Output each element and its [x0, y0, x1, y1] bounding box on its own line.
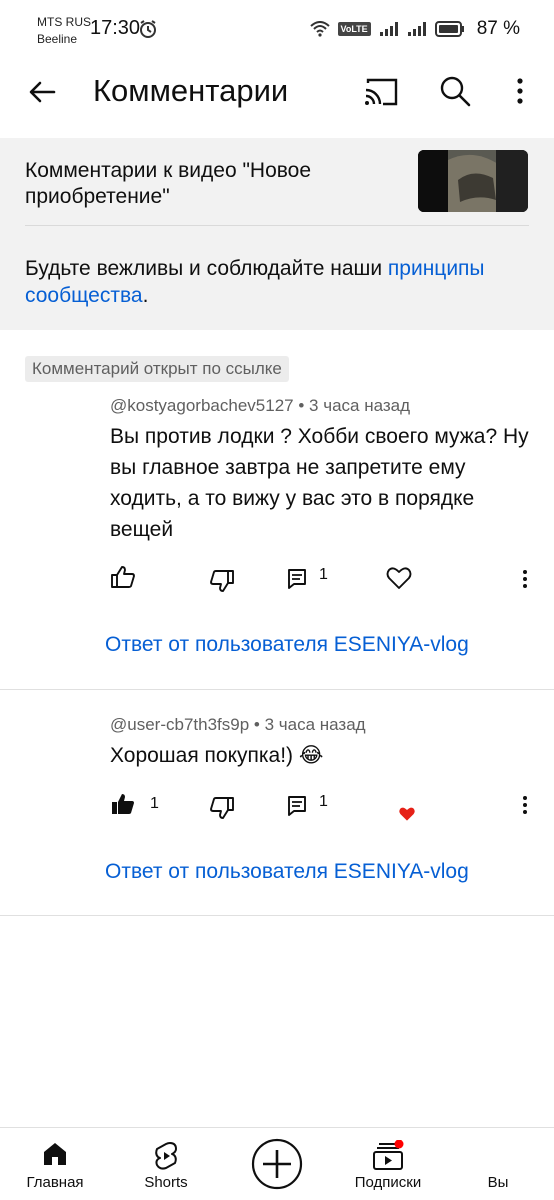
nav-label: Главная [26, 1174, 84, 1191]
more-vertical-icon[interactable] [510, 74, 530, 108]
back-arrow-icon[interactable] [26, 76, 58, 108]
comment-more-icon[interactable] [518, 794, 532, 816]
heart-outline-icon [386, 567, 412, 589]
cast-icon[interactable] [363, 76, 399, 108]
comment-icon [288, 796, 306, 816]
comment-divider [0, 915, 554, 916]
reply-button[interactable]: 1 [287, 566, 328, 590]
nav-home[interactable]: Главная [5, 1128, 105, 1200]
heart-filled-icon [399, 807, 415, 821]
create-icon [251, 1138, 303, 1190]
subscriptions-icon [373, 1140, 404, 1170]
nav-create[interactable] [227, 1128, 327, 1200]
comment-text: Хорошая покупка!) 😂 [110, 744, 324, 767]
carrier-1: MTS RUS [37, 15, 91, 29]
search-icon[interactable] [438, 74, 472, 108]
thumb-up-icon [111, 566, 135, 588]
like-count: 1 [150, 795, 159, 812]
carrier-2: Beeline [37, 32, 78, 46]
view-replies-link[interactable]: Ответ от пользователя ESENIYA-vlog [105, 860, 469, 884]
volte-text: VoLTE [340, 24, 368, 34]
nav-label: Shorts [144, 1174, 188, 1191]
comment-meta: @kostyagorbachev5127 • 3 часа назад [110, 396, 410, 416]
comment-text: Вы против лодки ? Хобби своего мужа? Ну … [110, 425, 529, 541]
video-thumbnail[interactable] [418, 150, 528, 212]
nav-label: Подписки [354, 1174, 422, 1191]
meta-separator: • [298, 396, 310, 415]
alarm-icon [140, 20, 156, 38]
volte-badge: VoLTE [337, 22, 371, 36]
shorts-icon [155, 1142, 177, 1170]
app-bar: Комментарии [0, 64, 554, 120]
comment-time: 3 часа назад [264, 715, 366, 734]
comment-divider [0, 689, 554, 690]
comment-author[interactable]: @kostyagorbachev5127 [110, 396, 294, 415]
comment-icon [288, 569, 306, 589]
comment-author[interactable]: @user-cb7th3fs9p [110, 715, 249, 734]
nav-subscriptions[interactable]: Подписки [338, 1128, 438, 1200]
reply-count: 1 [319, 793, 328, 810]
signal-icon-1 [379, 22, 398, 36]
video-title[interactable]: Комментарии к видео "Новое приобретение" [25, 158, 385, 210]
thumb-down-icon [210, 797, 234, 819]
linked-comment-label: Комментарий открыт по ссылке [25, 356, 289, 382]
signal-icon-2 [407, 22, 426, 36]
guidelines-end: . [142, 284, 149, 307]
home-icon [44, 1143, 66, 1165]
nav-you[interactable]: Вы [448, 1128, 548, 1200]
battery-level: 87 % [476, 18, 520, 39]
clock: 17:30 [90, 17, 141, 39]
creator-heart-button[interactable] [386, 566, 412, 590]
bottom-navigation: Главная Shorts Подписки Вы [0, 1127, 554, 1200]
guidelines-text: Будьте вежливы и соблюдайте наши [25, 257, 388, 280]
status-bar: MTS RUS Beeline 17:30 VoLTE 87 % [0, 0, 554, 64]
dislike-button[interactable] [209, 796, 235, 820]
dislike-button[interactable] [209, 569, 235, 593]
wifi-icon [309, 21, 330, 37]
panel-divider [25, 225, 529, 226]
thumbnail-image [418, 150, 528, 212]
view-replies-link[interactable]: Ответ от пользователя ESENIYA-vlog [105, 633, 469, 657]
comments-info-panel: Комментарии к видео "Новое приобретение"… [0, 138, 554, 330]
status-icons: VoLTE 87 % [309, 18, 520, 40]
community-guidelines-text: Будьте вежливы и соблюдайте наши принцип… [25, 255, 530, 309]
reply-count: 1 [319, 566, 328, 583]
carrier-info: MTS RUS Beeline [37, 14, 91, 48]
reply-button[interactable]: 1 [287, 793, 328, 817]
nav-shorts[interactable]: Shorts [116, 1128, 216, 1200]
thumb-down-icon [210, 570, 234, 592]
page-title: Комментарии [93, 73, 289, 108]
meta-separator: • [253, 715, 265, 734]
battery-icon [434, 21, 464, 37]
comment-time: 3 часа назад [309, 396, 411, 415]
creator-heart-badge[interactable] [398, 806, 416, 822]
nav-label: Вы [487, 1174, 509, 1191]
comment-meta: @user-cb7th3fs9p • 3 часа назад [110, 715, 366, 735]
thumb-up-filled-icon [112, 794, 134, 814]
comment-more-icon[interactable] [518, 568, 532, 590]
like-button[interactable] [110, 565, 150, 589]
like-button[interactable]: 1 [110, 792, 159, 816]
